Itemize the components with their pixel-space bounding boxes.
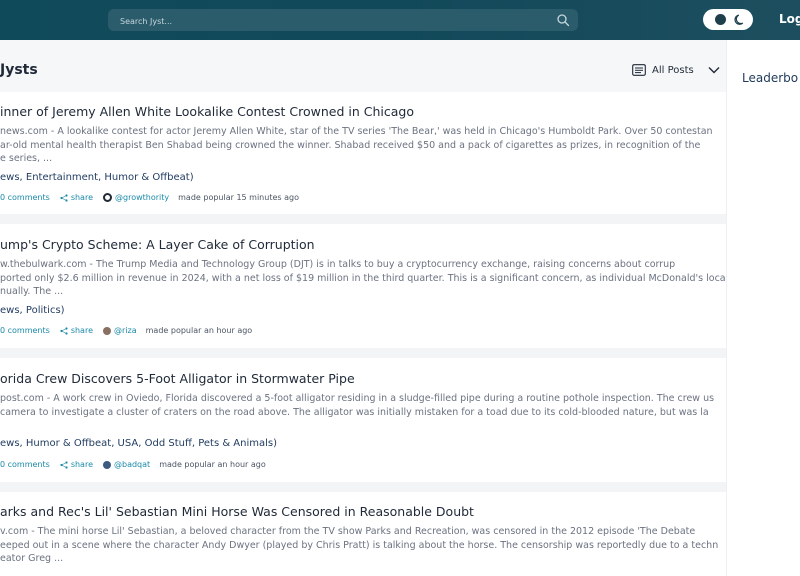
- login-button[interactable]: Log: [779, 12, 800, 26]
- comments-link[interactable]: 0 comments: [0, 460, 50, 469]
- avatar: [103, 326, 111, 335]
- post-tags[interactable]: ews, Entertainment, Humor & Offbeat): [0, 172, 194, 183]
- theme-toggle[interactable]: [703, 9, 753, 30]
- leaderboard-link[interactable]: Leaderbo: [742, 71, 798, 85]
- post-excerpt: w.thebulwark.com - The Trump Media and T…: [0, 259, 726, 297]
- post-title[interactable]: orida Crew Discovers 5-Foot Alligator in…: [0, 371, 355, 386]
- top-navbar: Log: [0, 0, 800, 40]
- user-link[interactable]: @riza: [103, 326, 137, 335]
- comments-link[interactable]: 0 comments: [0, 326, 50, 335]
- post-meta: 0 comments share @badqat made popular an…: [0, 460, 266, 469]
- share-button[interactable]: share: [60, 326, 93, 335]
- user-link[interactable]: @badqat: [103, 460, 150, 469]
- filter-label: All Posts: [652, 64, 694, 76]
- post-title[interactable]: inner of Jeremy Allen White Lookalike Co…: [0, 104, 414, 119]
- post-excerpt: news.com - A lookalike contest for actor…: [0, 126, 713, 164]
- toggle-knob: [715, 14, 726, 25]
- share-button[interactable]: share: [60, 460, 93, 469]
- post-title[interactable]: ump's Crypto Scheme: A Layer Cake of Cor…: [0, 237, 315, 252]
- comments-link[interactable]: 0 comments: [0, 193, 50, 202]
- post-filter-dropdown[interactable]: All Posts: [632, 64, 720, 76]
- post-meta: 0 comments share @riza made popular an h…: [0, 326, 252, 335]
- popular-timestamp: made popular 15 minutes ago: [178, 193, 299, 202]
- feed-header: [0, 40, 726, 92]
- post-divider: [0, 214, 726, 224]
- user-link[interactable]: @growthority: [103, 193, 169, 202]
- post-title[interactable]: arks and Rec's Lil' Sebastian Mini Horse…: [0, 504, 474, 519]
- share-icon: [60, 193, 68, 202]
- popular-timestamp: made popular an hour ago: [159, 460, 266, 469]
- popular-timestamp: made popular an hour ago: [145, 326, 253, 335]
- post-meta: 0 comments share @growthority made popul…: [0, 193, 299, 202]
- avatar: [103, 193, 112, 202]
- post-tags[interactable]: ews, Politics): [0, 305, 65, 316]
- avatar: [103, 460, 111, 469]
- right-sidebar: Leaderbo: [726, 40, 800, 576]
- chevron-down-icon: [708, 67, 720, 74]
- share-icon: [60, 460, 68, 469]
- search-bar[interactable]: [108, 9, 578, 31]
- share-icon: [60, 326, 68, 335]
- post-divider: [0, 348, 726, 358]
- page-title: Jysts: [0, 62, 38, 78]
- post-tags[interactable]: ews, Humor & Offbeat, USA, Odd Stuff, Pe…: [0, 438, 277, 449]
- post-excerpt: post.com - A work crew in Oviedo, Florid…: [0, 393, 715, 418]
- list-icon: [632, 64, 646, 76]
- post-excerpt: v.com - The mini horse Lil' Sebastian, a…: [0, 526, 719, 564]
- moon-icon: [734, 14, 744, 25]
- share-button[interactable]: share: [60, 193, 93, 202]
- search-icon[interactable]: [556, 13, 570, 27]
- post-divider: [0, 482, 726, 492]
- search-input[interactable]: [118, 12, 542, 30]
